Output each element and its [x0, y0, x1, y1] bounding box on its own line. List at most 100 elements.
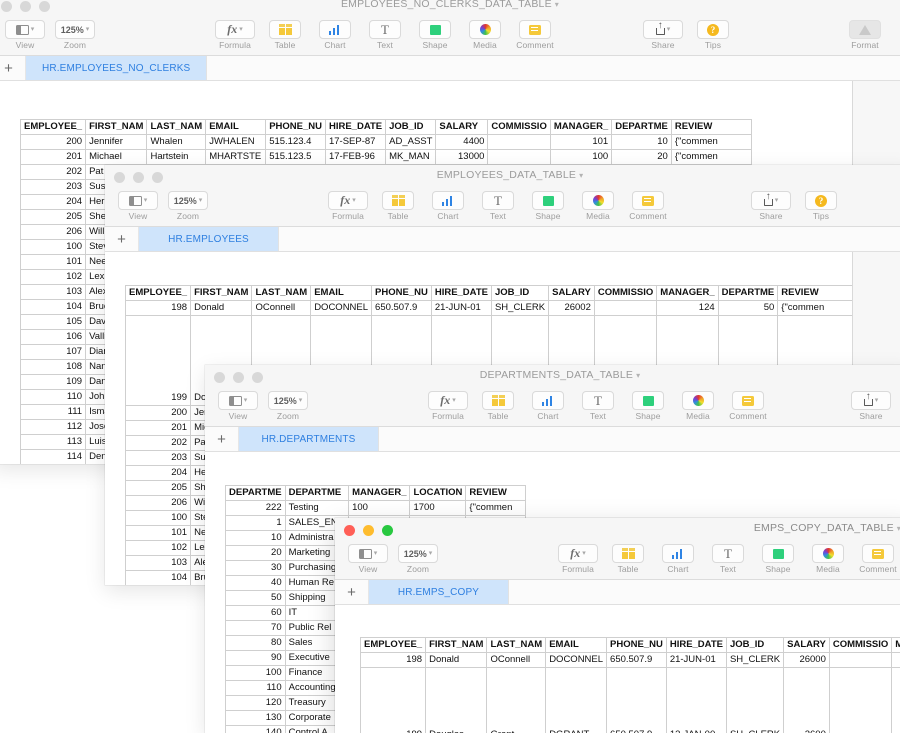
table-cell[interactable]: 1700	[409, 500, 467, 516]
media-button[interactable]: Media	[677, 391, 719, 421]
sheet-tab-employees-no-clerks[interactable]: HR.EMPLOYEES_NO_CLERKS	[26, 56, 208, 80]
zoom-button[interactable]: 125% ▾ Zoom	[267, 391, 309, 421]
column-header[interactable]: EMAIL	[545, 637, 608, 653]
table-cell[interactable]: 80	[225, 635, 286, 651]
table-cell[interactable]: Whalen	[146, 134, 207, 150]
column-header[interactable]: DEPARTME	[284, 485, 350, 501]
column-header[interactable]: DEPARTME	[717, 285, 779, 301]
table-cell[interactable]: 201	[124, 420, 192, 436]
table-row[interactable]: 198 Donald OConnell DOCONNEL 650.507.9 21-JUN…	[124, 300, 852, 316]
minimize-button[interactable]	[133, 172, 144, 183]
table-cell[interactable]	[828, 652, 893, 668]
column-header[interactable]: REVIEW	[465, 485, 527, 501]
table-cell[interactable]: 13-JAN-00	[665, 667, 727, 733]
comment-button[interactable]: Comment	[727, 391, 769, 421]
table-cell[interactable]: 30	[225, 560, 286, 576]
view-button[interactable]: ▾ View	[4, 20, 46, 50]
media-button[interactable]: Media	[464, 20, 506, 50]
formula-button[interactable]: fx ▾ Formula	[214, 20, 256, 50]
sheet-tab-employees[interactable]: HR.EMPLOYEES	[139, 227, 279, 251]
table-cell[interactable]: 113	[19, 434, 87, 450]
add-sheet-button[interactable]: +	[205, 427, 239, 451]
table-cell[interactable]: 101	[549, 134, 613, 150]
share-button[interactable]: ▾ Share	[850, 391, 892, 421]
table-cell[interactable]: 101	[124, 525, 192, 541]
table-cell[interactable]: 102	[124, 540, 192, 556]
table-cell[interactable]: 4400	[435, 134, 489, 150]
table-cell[interactable]: 21-JUN-01	[665, 652, 727, 668]
column-header[interactable]: REVIEW	[670, 119, 752, 135]
add-sheet-button[interactable]: +	[0, 56, 26, 80]
table-cell[interactable]	[593, 300, 658, 316]
titlebar[interactable]: EMPS_COPY_DATA_TABLE ▾	[335, 518, 900, 542]
comment-button[interactable]: Comment	[514, 20, 556, 50]
zoom-button[interactable]	[252, 372, 263, 383]
text-button[interactable]: T Text	[577, 391, 619, 421]
window-controls[interactable]	[214, 372, 263, 383]
column-header[interactable]: COMMISSIO	[593, 285, 658, 301]
table-cell[interactable]: 650.507.9	[371, 300, 432, 316]
zoom-button[interactable]: 125% ▾ Zoom	[397, 544, 439, 574]
window-emps-copy[interactable]: EMPS_COPY_DATA_TABLE ▾ ▾ View 125% ▾ Zoom …	[335, 518, 900, 733]
view-button[interactable]: ▾ View	[117, 191, 159, 221]
column-header[interactable]: DEPARTME	[225, 485, 286, 501]
formula-button[interactable]: fx ▾ Formula	[327, 191, 369, 221]
text-button[interactable]: T Text	[707, 544, 749, 574]
minimize-button[interactable]	[20, 1, 31, 12]
tab-strip[interactable]: + HR.EMPLOYEES	[105, 227, 900, 252]
table-row[interactable]: 201 Michael Hartstein MHARTSTE 515.123.5 17-F…	[19, 149, 752, 165]
table-cell[interactable]: 200	[124, 405, 192, 421]
shape-button[interactable]: Shape	[757, 544, 799, 574]
table-cell[interactable]: 110	[225, 680, 286, 696]
table-button[interactable]: Table	[607, 544, 649, 574]
table-cell[interactable]: Donald	[425, 652, 488, 668]
table-cell[interactable]: OConnell	[251, 300, 312, 316]
table-cell[interactable]: 112	[19, 419, 87, 435]
column-header[interactable]: LAST_NAM	[146, 119, 207, 135]
table-cell[interactable]: 100	[348, 500, 411, 516]
table-cell[interactable]: 111	[19, 404, 87, 420]
table-cell[interactable]: SH_CLERK	[490, 300, 550, 316]
table-cell[interactable]: 203	[124, 450, 192, 466]
table-cell[interactable]: AD_ASST	[385, 134, 437, 150]
text-button[interactable]: T Text	[364, 20, 406, 50]
column-header[interactable]: MANAGER_	[348, 485, 411, 501]
toolbar[interactable]: ▾ View 125% ▾ Zoom fx ▾ Formula Table Ch…	[0, 18, 900, 56]
media-button[interactable]: Media	[577, 191, 619, 221]
tab-strip[interactable]: + HR.DEPARTMENTS	[205, 427, 900, 452]
table-cell[interactable]: 10	[611, 134, 672, 150]
table-cell[interactable]: 108	[19, 359, 87, 375]
toolbar[interactable]: ▾ View 125% ▾ Zoom fx ▾ Formula Table Ch…	[205, 389, 900, 427]
column-header[interactable]: COMMISSIO	[828, 637, 893, 653]
shape-button[interactable]: Shape	[627, 391, 669, 421]
table-cell[interactable]: 50	[225, 590, 286, 606]
table-cell[interactable]	[487, 149, 551, 165]
table-cell[interactable]: 103	[19, 284, 87, 300]
table-cell[interactable]: 21-JUN-01	[430, 300, 492, 316]
sheet-tab-emps-copy[interactable]: HR.EMPS_COPY	[369, 580, 509, 604]
comment-button[interactable]: Comment	[627, 191, 669, 221]
shape-button[interactable]: Shape	[414, 20, 456, 50]
formula-button[interactable]: fx ▾ Formula	[427, 391, 469, 421]
table-cell[interactable]: Hartstein	[146, 149, 207, 165]
table-cell[interactable]: 205	[124, 480, 192, 496]
table-cell[interactable]	[828, 667, 893, 733]
close-button[interactable]	[344, 525, 355, 536]
table-cell[interactable]: 114	[19, 449, 87, 464]
column-header[interactable]: PHONE_NU	[265, 119, 326, 135]
table-cell[interactable]: 204	[124, 465, 192, 481]
table-cell[interactable]: SH_CLERK	[725, 652, 785, 668]
minimize-button[interactable]	[233, 372, 244, 383]
add-sheet-button[interactable]: +	[335, 580, 369, 604]
column-header[interactable]: MANAGER_	[549, 119, 613, 135]
zoom-button[interactable]: 125% ▾ Zoom	[167, 191, 209, 221]
column-header[interactable]: JOB_ID	[725, 637, 785, 653]
column-header[interactable]: EMPLOYEE_	[19, 119, 87, 135]
table-cell[interactable]: 515.123.5	[265, 149, 326, 165]
shape-button[interactable]: Shape	[527, 191, 569, 221]
column-header[interactable]: HIRE_DATE	[430, 285, 492, 301]
tab-strip[interactable]: + HR.EMPLOYEES_NO_CLERKS	[0, 56, 900, 81]
table-cell[interactable]: 130	[225, 710, 286, 726]
zoom-button[interactable]	[152, 172, 163, 183]
table-row[interactable]: 198 Donald OConnell DOCONNEL 650.507.9 21-JUN…	[359, 652, 900, 668]
